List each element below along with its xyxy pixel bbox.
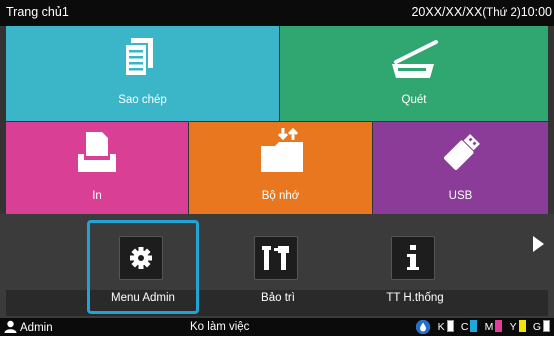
function-tiles: Sao chép Quét In Bộ nhớ USB [6,26,548,214]
admin-menu-button[interactable]: Menu Admin [83,214,203,318]
ink-c: C [461,320,478,333]
print-label: In [92,190,102,202]
gear-icon [130,247,152,269]
admin-menu-label: Menu Admin [111,292,175,304]
scan-label: Quét [401,94,427,106]
ink-k: K [438,320,454,333]
usb-tile[interactable]: USB [373,122,548,214]
usb-label: USB [448,190,473,202]
memory-tile[interactable]: Bộ nhớ [189,122,372,214]
info-icon [407,245,419,270]
copy-label: Sao chép [118,94,167,106]
user-icon [4,320,17,333]
ink-levels[interactable]: K C M Y G [416,320,550,334]
tools-icon [262,246,289,270]
maintenance-button[interactable]: Bảo trì [218,214,338,318]
status-bar: Admin Ko làm việc K C M Y G [0,318,554,336]
machine-state: Ko làm việc [190,321,250,333]
ink-g: G [533,320,550,333]
print-tile[interactable]: In [6,122,188,214]
system-info-label: TT H.thống [386,292,444,304]
document-stack-icon [125,38,153,77]
maintenance-label: Bảo trì [261,292,295,304]
weekday-text: (Thứ 2) [482,7,521,19]
memory-label: Bộ nhớ [261,190,300,202]
date-time: 20XX/XX/XX(Thứ 2)10:00 [411,5,552,19]
folder-transfer-icon [261,128,303,172]
scan-tile[interactable]: Quét [280,26,548,121]
system-info-button[interactable]: TT H.thống [355,214,475,318]
ink-y: Y [510,320,526,333]
ink-drop-icon [416,320,431,334]
tools-icon-box [254,236,298,280]
ink-m: M [485,320,503,333]
printer-icon [78,132,116,172]
scanner-icon [392,40,438,78]
user-name: Admin [20,322,53,334]
top-bar: Trang chủ1 20XX/XX/XX(Thứ 2)10:00 [0,0,554,26]
date-text: 20XX/XX/XX [411,5,483,19]
gear-icon-box [119,236,163,280]
usb-stick-icon [444,134,480,170]
screen-title: Trang chủ1 [6,5,69,19]
home-screen: Trang chủ1 20XX/XX/XX(Thứ 2)10:00 Sao ch… [0,0,554,336]
app-shelf: Menu Admin Bảo trì TT H.thống [0,214,554,318]
user-indicator[interactable]: Admin [4,320,53,334]
info-icon-box [391,236,435,280]
copy-tile[interactable]: Sao chép [6,26,279,121]
play-arrow-icon[interactable] [533,236,544,252]
time-text: 10:00 [520,5,552,19]
